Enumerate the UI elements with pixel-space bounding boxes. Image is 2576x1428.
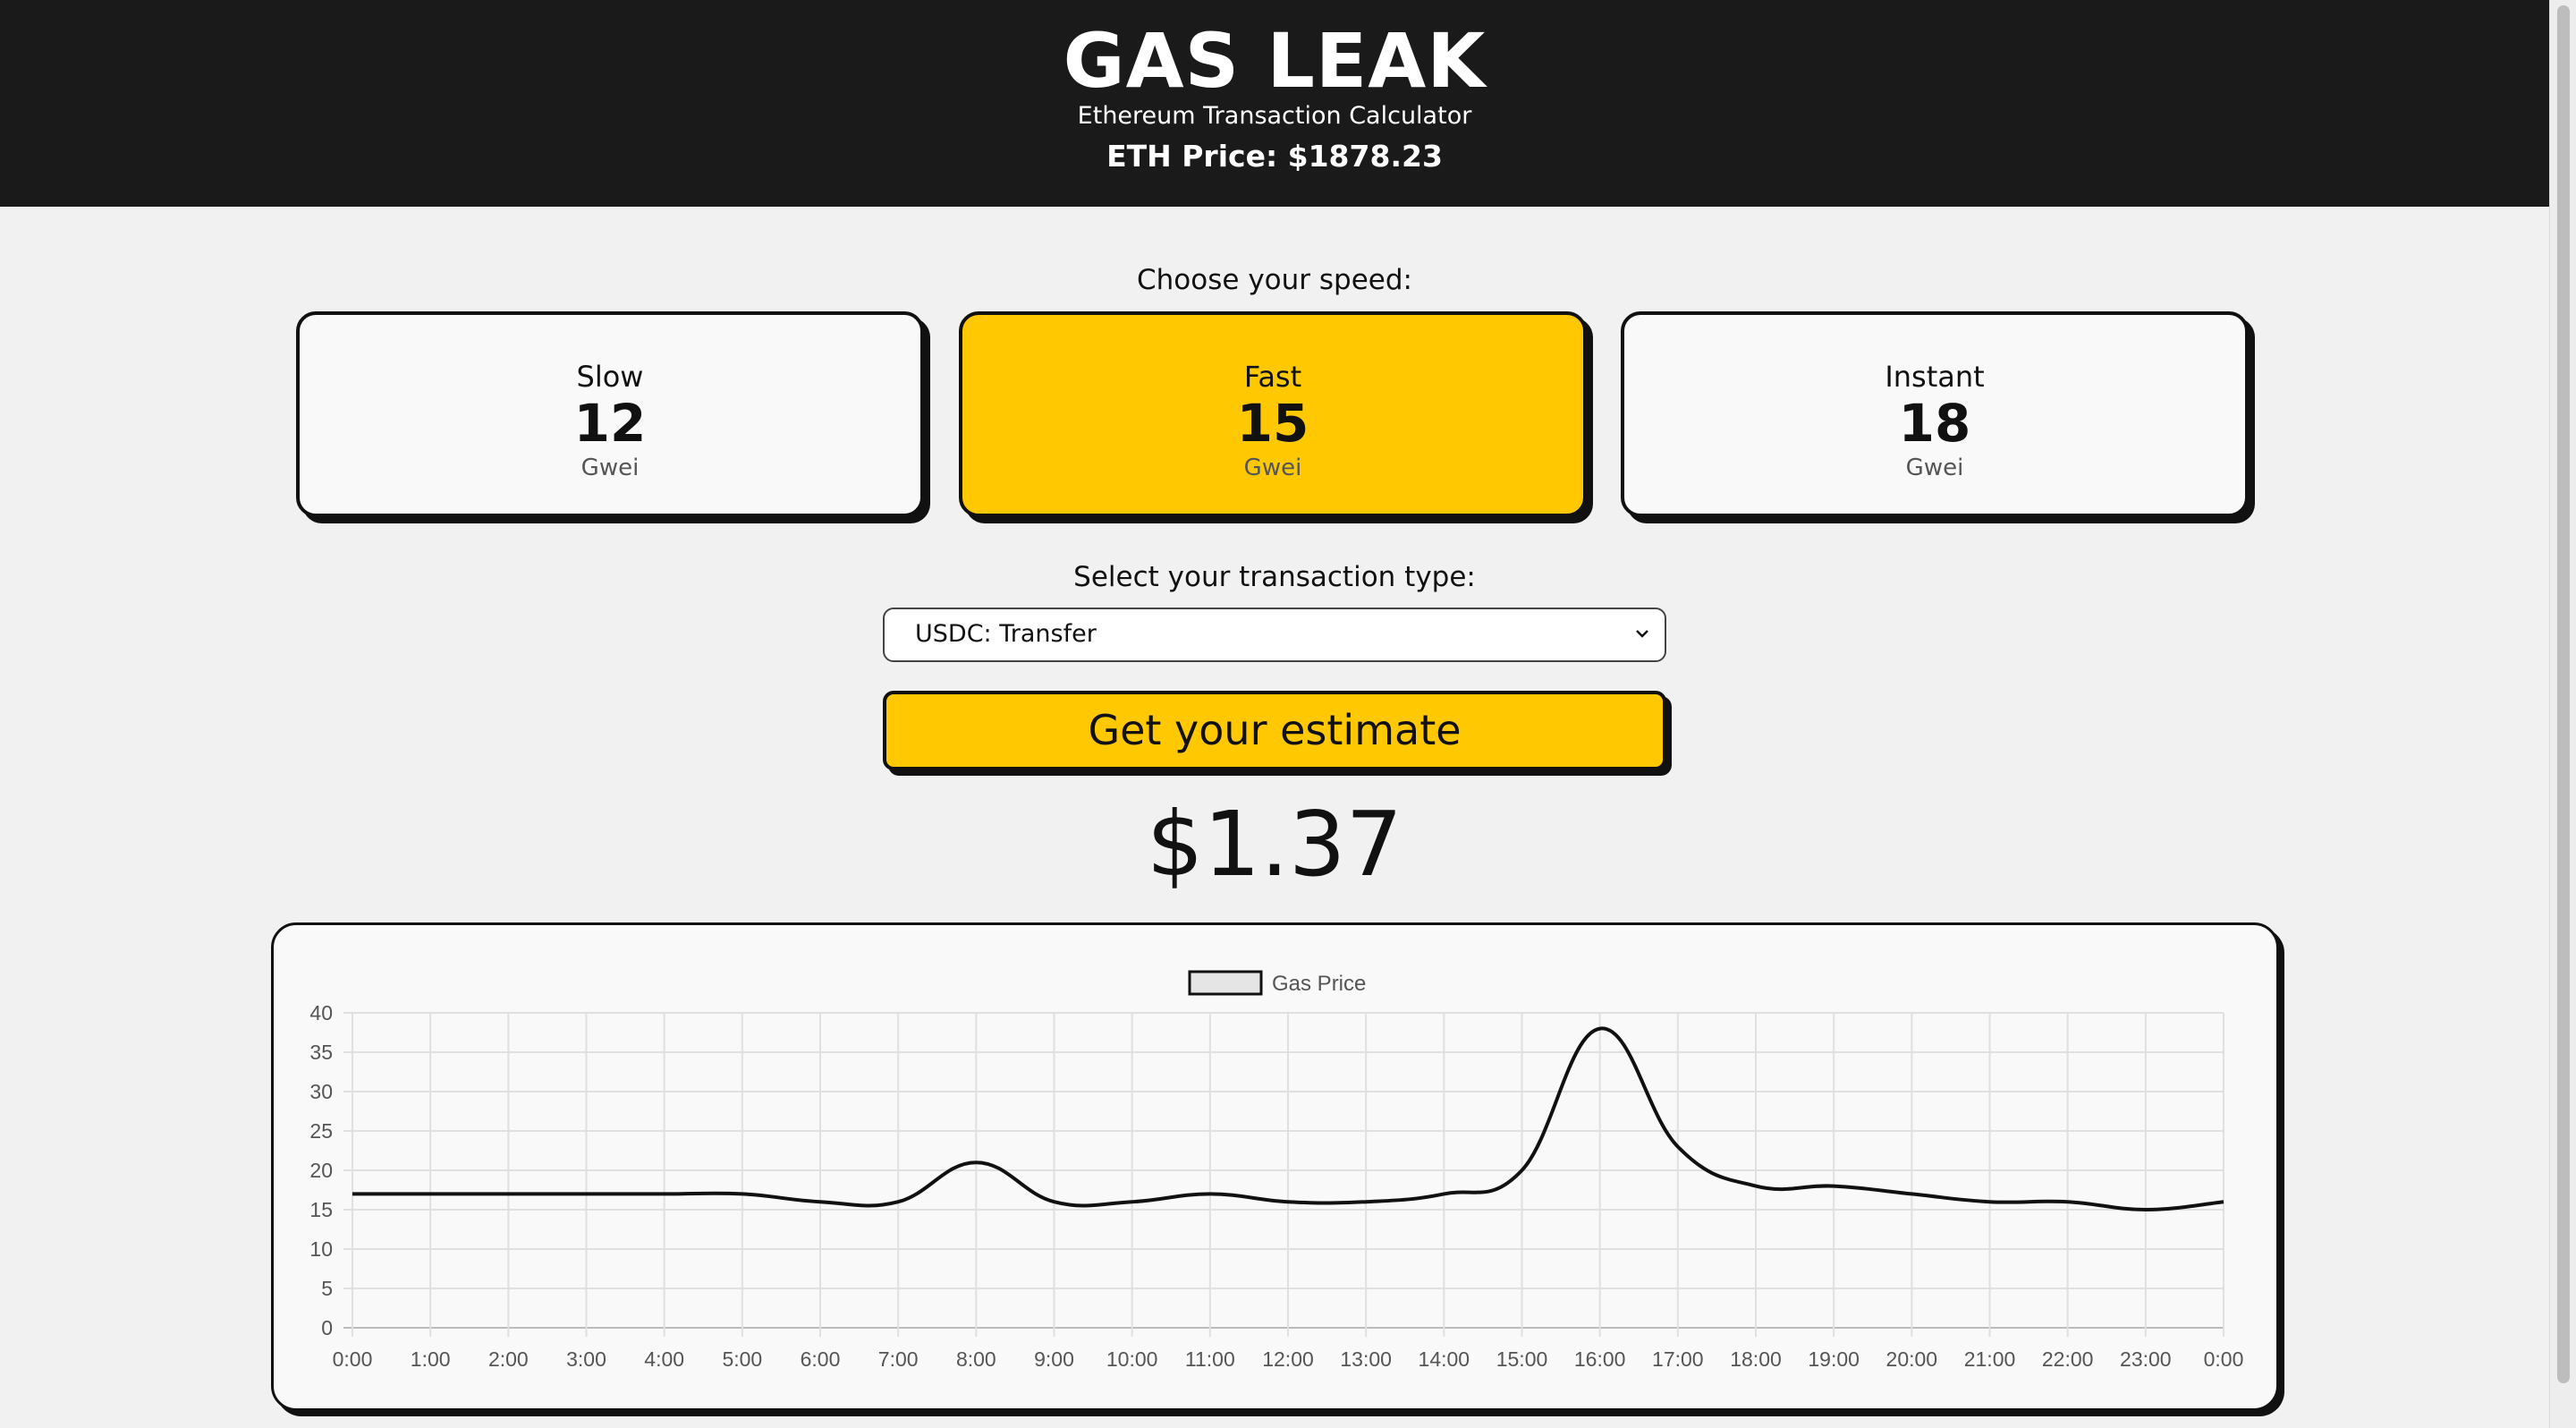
y-tick-label: 15 xyxy=(309,1198,333,1221)
y-tick-label: 20 xyxy=(309,1159,333,1182)
speed-unit: Gwei xyxy=(580,455,640,481)
x-tick-label: 7:00 xyxy=(878,1347,919,1371)
speed-name: Slow xyxy=(576,360,644,394)
x-tick-label: 5:00 xyxy=(722,1347,762,1371)
y-tick-label: 25 xyxy=(309,1119,333,1143)
speed-option-slow[interactable]: Slow 12 Gwei xyxy=(296,311,924,517)
chevron-down-icon xyxy=(1636,630,1648,638)
x-tick-label: 6:00 xyxy=(801,1347,841,1371)
x-tick-label: 0:00 xyxy=(2204,1347,2244,1371)
y-tick-label: 10 xyxy=(309,1237,333,1261)
speed-option-fast[interactable]: Fast 15 Gwei xyxy=(959,311,1587,517)
x-tick-label: 17:00 xyxy=(1652,1347,1704,1371)
x-tick-label: 4:00 xyxy=(644,1347,684,1371)
x-tick-label: 8:00 xyxy=(956,1347,996,1371)
x-tick-label: 0:00 xyxy=(333,1347,373,1371)
y-tick-label: 0 xyxy=(321,1316,333,1339)
speed-name: Instant xyxy=(1885,360,1985,394)
speed-prompt: Choose your speed: xyxy=(1137,264,1412,296)
speed-unit: Gwei xyxy=(1905,455,1964,481)
x-tick-label: 20:00 xyxy=(1886,1347,1938,1371)
x-tick-label: 13:00 xyxy=(1340,1347,1392,1371)
legend-swatch xyxy=(1188,970,1263,996)
speed-value: 15 xyxy=(1236,393,1309,454)
speed-value: 12 xyxy=(573,393,647,454)
x-tick-label: 10:00 xyxy=(1106,1347,1158,1371)
y-tick-label: 5 xyxy=(321,1277,333,1300)
app-subtitle: Ethereum Transaction Calculator xyxy=(1077,102,1472,130)
x-tick-label: 21:00 xyxy=(1964,1347,2016,1371)
transaction-type-prompt: Select your transaction type: xyxy=(1073,561,1476,593)
x-tick-label: 11:00 xyxy=(1185,1347,1235,1371)
x-tick-label: 18:00 xyxy=(1730,1347,1782,1371)
y-tick-label: 40 xyxy=(309,1001,333,1024)
gas-price-chart: 0 5 10 15 20 25 30 35 40 0:00 1:00 2:00 3:00 4:00 5:00… xyxy=(271,922,2279,1411)
scrollbar-thumb[interactable] xyxy=(2557,5,2570,1383)
x-tick-label: 1:00 xyxy=(411,1347,451,1371)
x-tick-label: 2:00 xyxy=(488,1347,529,1371)
app-title: GAS LEAK xyxy=(1063,17,1487,105)
y-tick-label: 30 xyxy=(309,1080,333,1103)
speed-name: Fast xyxy=(1243,360,1302,394)
transaction-type-select[interactable]: USDC: Transfer xyxy=(883,608,1666,662)
x-tick-label: 23:00 xyxy=(2120,1347,2172,1371)
chart-svg: 0 5 10 15 20 25 30 35 40 0:00 1:00 2:00 3:00 4:00 5:00… xyxy=(309,970,2244,1371)
x-tick-label: 14:00 xyxy=(1419,1347,1470,1371)
x-tick-label: 9:00 xyxy=(1034,1347,1074,1371)
x-tick-label: 16:00 xyxy=(1574,1347,1626,1371)
estimate-result: $1.37 xyxy=(1146,792,1403,897)
legend-label: Gas Price xyxy=(1272,972,1366,996)
x-tick-label: 3:00 xyxy=(566,1347,606,1371)
speed-value: 18 xyxy=(1898,393,1971,454)
transaction-type-value: USDC: Transfer xyxy=(915,620,1097,648)
y-tick-label: 35 xyxy=(309,1041,333,1064)
x-tick-label: 22:00 xyxy=(2042,1347,2094,1371)
x-tick-label: 12:00 xyxy=(1262,1347,1314,1371)
eth-price: ETH Price: $1878.23 xyxy=(1106,139,1443,174)
scrollbar[interactable] xyxy=(2549,0,2576,1428)
app-header: GAS LEAK Ethereum Transaction Calculator… xyxy=(0,0,2549,207)
x-tick-label: 19:00 xyxy=(1808,1347,1860,1371)
x-tick-label: 15:00 xyxy=(1496,1347,1548,1371)
speed-option-instant[interactable]: Instant 18 Gwei xyxy=(1621,311,2249,517)
get-estimate-button[interactable]: Get your estimate xyxy=(883,691,1666,770)
speed-unit: Gwei xyxy=(1243,455,1302,481)
